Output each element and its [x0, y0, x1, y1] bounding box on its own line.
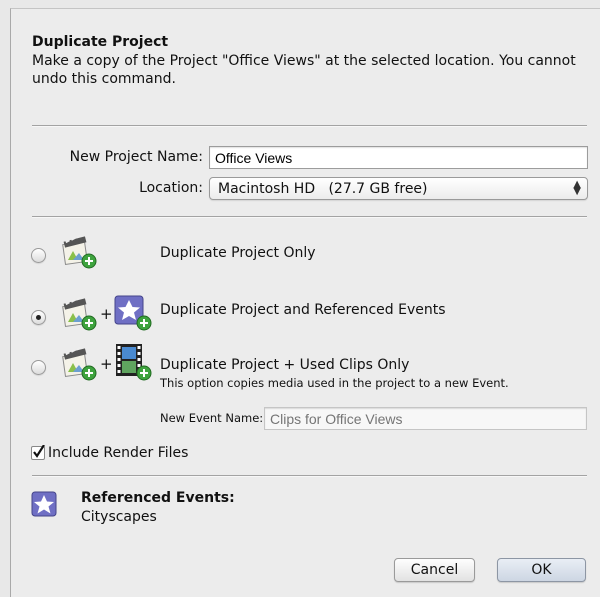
radio-duplicate-project-used-clips[interactable]: [31, 360, 46, 375]
popup-arrows-icon: ▲ ▼: [573, 179, 581, 197]
radio-duplicate-project-only[interactable]: [31, 248, 46, 263]
new-event-name-field[interactable]: [264, 407, 587, 430]
ok-button[interactable]: OK: [497, 558, 586, 582]
cancel-button[interactable]: Cancel: [394, 558, 475, 582]
include-render-files-checkbox[interactable]: [31, 445, 45, 460]
referenced-events-value: Cityscapes: [81, 509, 157, 525]
separator: [32, 125, 587, 127]
location-label: Location:: [139, 180, 203, 196]
dialog-title: Duplicate Project: [32, 34, 169, 50]
location-popup[interactable]: Macintosh HD (27.7 GB free) ▲ ▼: [209, 177, 588, 200]
project-icon: [60, 346, 100, 382]
star-event-icon: [113, 294, 153, 332]
location-value: Macintosh HD (27.7 GB free): [218, 181, 428, 197]
duplicate-project-dialog: Duplicate Project Make a copy of the Pro…: [10, 8, 600, 597]
film-clip-icon: [113, 342, 153, 382]
plus-sign: +: [100, 355, 113, 373]
separator: [32, 475, 587, 477]
separator: [32, 216, 587, 218]
option-label: Duplicate Project + Used Clips Only: [160, 357, 410, 373]
star-event-icon: [31, 491, 57, 517]
radio-duplicate-project-and-events[interactable]: [31, 310, 46, 325]
project-icon: [60, 234, 100, 270]
new-event-name-label: New Event Name:: [160, 411, 264, 425]
new-project-name-label: New Project Name:: [69, 149, 203, 165]
new-project-name-field[interactable]: [209, 146, 588, 169]
plus-sign: +: [100, 305, 113, 323]
option-sublabel: This option copies media used in the pro…: [160, 376, 509, 390]
include-render-files-label: Include Render Files: [48, 445, 189, 461]
referenced-events-title: Referenced Events:: [81, 490, 235, 506]
checkmark-icon: [33, 445, 45, 458]
option-label: Duplicate Project Only: [160, 245, 316, 261]
option-label: Duplicate Project and Referenced Events: [160, 302, 446, 318]
dialog-description: Make a copy of the Project "Office Views…: [32, 53, 576, 87]
project-icon: [60, 296, 100, 332]
